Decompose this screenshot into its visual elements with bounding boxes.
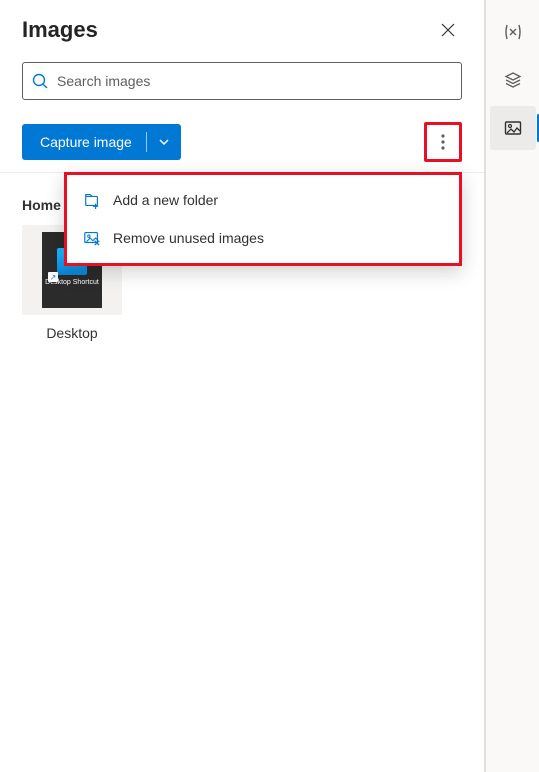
menu-item-remove-unused[interactable]: Remove unused images (67, 219, 459, 257)
folder-add-icon (83, 191, 101, 209)
rail-layers-button[interactable] (490, 58, 536, 102)
chevron-down-icon (158, 136, 170, 148)
capture-dropdown-toggle[interactable] (147, 124, 181, 160)
variables-icon (503, 22, 523, 42)
more-options-button[interactable] (429, 127, 457, 157)
menu-item-label: Add a new folder (113, 192, 218, 208)
layers-icon (503, 70, 523, 90)
panel-title: Images (22, 17, 98, 43)
close-button[interactable] (432, 14, 464, 46)
panel-header: Images (0, 0, 484, 54)
rail-variables-button[interactable] (490, 10, 536, 54)
more-button-highlight (424, 122, 462, 162)
capture-image-label: Capture image (22, 134, 146, 150)
more-vertical-icon (441, 134, 445, 150)
thumbnail-label: Desktop (46, 325, 97, 341)
shortcut-arrow-icon: ↗ (48, 272, 58, 282)
search-input[interactable] (57, 73, 453, 89)
images-panel: Images Capture image (0, 0, 485, 772)
search-box[interactable] (22, 62, 462, 100)
menu-item-add-folder[interactable]: Add a new folder (67, 181, 459, 219)
rail-images-button[interactable] (490, 106, 536, 150)
close-icon (441, 23, 455, 37)
menu-item-label: Remove unused images (113, 230, 264, 246)
toolbar: Capture image (0, 100, 484, 172)
breadcrumb-root: Home (22, 197, 61, 213)
images-icon (503, 118, 523, 138)
search-icon (31, 72, 49, 90)
search-container (0, 54, 484, 100)
image-remove-icon (83, 229, 101, 247)
right-rail (485, 0, 539, 772)
more-options-menu: Add a new folder Remove unused images (64, 172, 462, 266)
capture-image-button[interactable]: Capture image (22, 124, 181, 160)
